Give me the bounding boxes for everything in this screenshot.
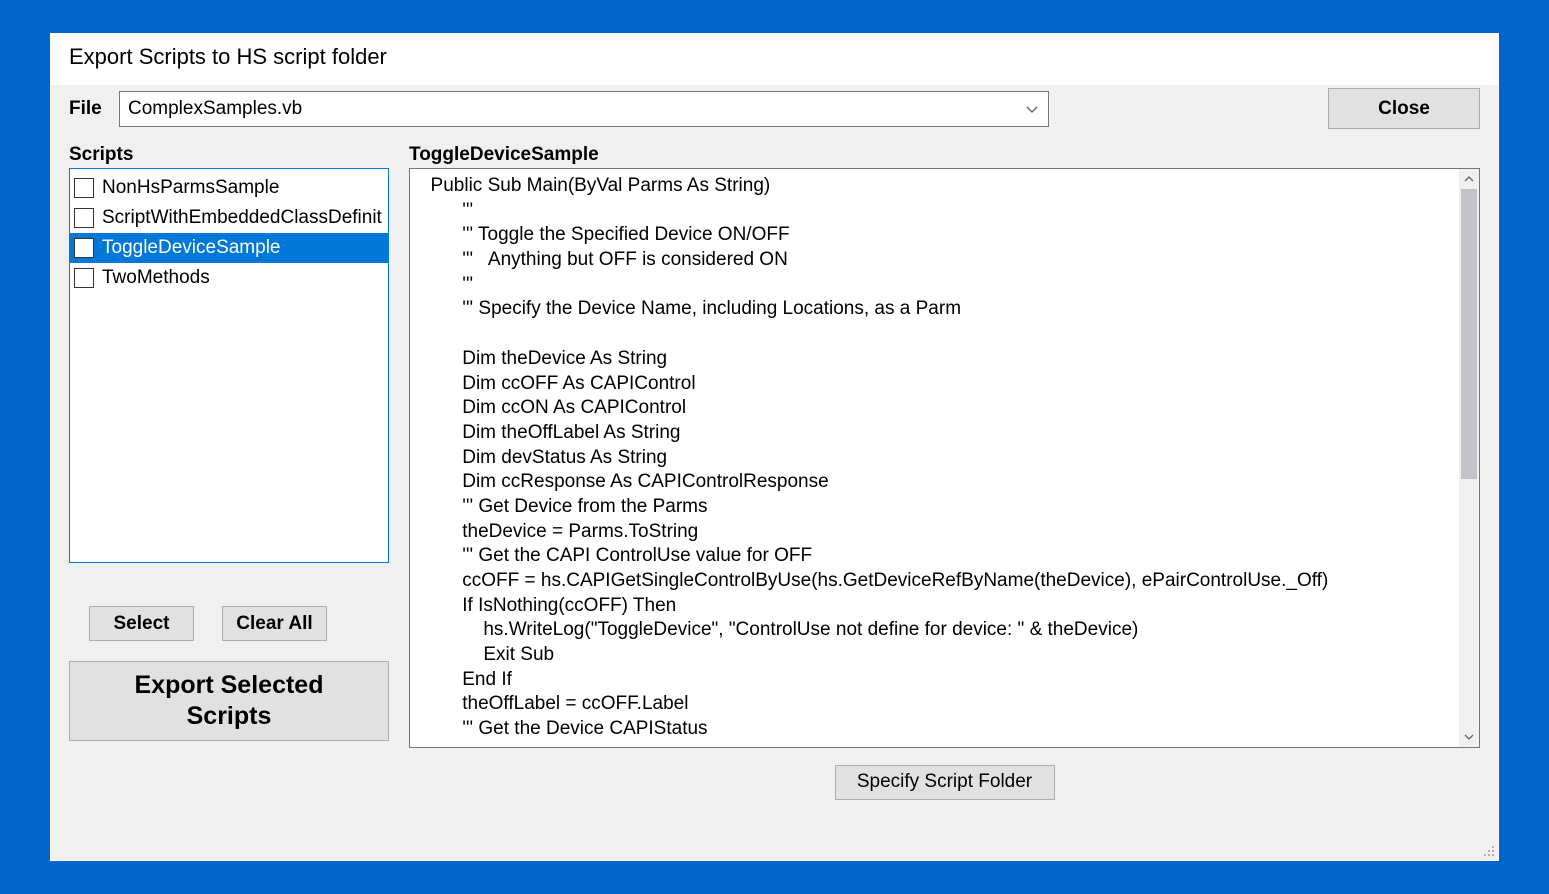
script-item[interactable]: ScriptWithEmbeddedClassDefinit (70, 203, 388, 233)
close-button[interactable]: Close (1328, 88, 1480, 129)
dialog-content: File ComplexSamples.vb Close Scripts Non… (51, 85, 1498, 860)
file-combobox-value: ComplexSamples.vb (128, 98, 302, 120)
checkbox-icon[interactable] (74, 238, 94, 258)
file-combobox[interactable]: ComplexSamples.vb (119, 91, 1049, 127)
code-preview-area: Public Sub Main(ByVal Parms As String) '… (409, 168, 1480, 748)
right-column: ToggleDeviceSample Public Sub Main(ByVal… (409, 144, 1480, 842)
left-column: Scripts NonHsParmsSample ScriptWithEmbedd… (69, 144, 389, 842)
scroll-down-icon[interactable] (1459, 727, 1479, 747)
checkbox-icon[interactable] (74, 268, 94, 288)
scripts-label: Scripts (69, 144, 389, 166)
bottom-button-row: Specify Script Folder (409, 765, 1480, 800)
clear-all-button[interactable]: Clear All (222, 606, 327, 641)
script-item-label: NonHsParmsSample (102, 177, 279, 199)
preview-label: ToggleDeviceSample (409, 144, 1480, 166)
export-dialog: Export Scripts to HS script folder File … (50, 33, 1499, 861)
code-text: Public Sub Main(ByVal Parms As String) '… (410, 169, 1459, 747)
resize-grip-icon[interactable] (1479, 841, 1495, 857)
script-item-label: ScriptWithEmbeddedClassDefinit (102, 207, 382, 229)
script-item[interactable]: NonHsParmsSample (70, 173, 388, 203)
checkbox-icon[interactable] (74, 178, 94, 198)
file-label: File (69, 98, 109, 120)
chevron-down-icon (1024, 101, 1040, 117)
specify-folder-button[interactable]: Specify Script Folder (835, 765, 1055, 800)
window-title: Export Scripts to HS script folder (51, 34, 1498, 85)
script-item[interactable]: ToggleDeviceSample (70, 233, 388, 263)
scroll-up-icon[interactable] (1459, 169, 1479, 189)
file-row: File ComplexSamples.vb Close (69, 88, 1480, 129)
script-item[interactable]: TwoMethods (70, 263, 388, 293)
checkbox-icon[interactable] (74, 208, 94, 228)
script-item-label: TwoMethods (102, 267, 210, 289)
main-area: Scripts NonHsParmsSample ScriptWithEmbedd… (69, 144, 1480, 842)
scroll-thumb[interactable] (1461, 189, 1477, 479)
export-selected-button[interactable]: Export SelectedScripts (69, 661, 389, 741)
select-button[interactable]: Select (89, 606, 194, 641)
list-button-row: Select Clear All (69, 606, 389, 641)
scroll-track[interactable] (1459, 189, 1479, 727)
scripts-listbox[interactable]: NonHsParmsSample ScriptWithEmbeddedClassD… (69, 168, 389, 563)
script-item-label: ToggleDeviceSample (102, 237, 281, 259)
vertical-scrollbar[interactable] (1459, 169, 1479, 747)
